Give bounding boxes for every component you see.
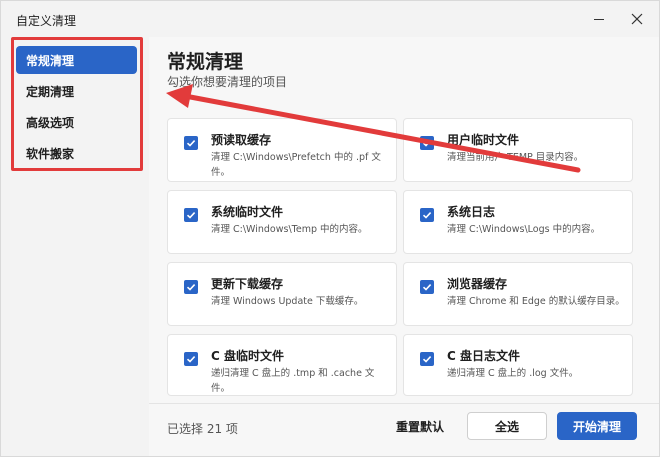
selected-count: 已选择 21 项 [167,422,238,436]
card-description: 清理 C:\Windows\Prefetch 中的 .pf 文件。 [211,152,381,178]
check-icon [186,140,196,147]
checkbox[interactable] [420,280,434,294]
reset-defaults-button[interactable]: 重置默认 [390,412,450,440]
checkbox[interactable] [184,352,198,366]
checkbox[interactable] [420,352,434,366]
card-title: 用户临时文件 [447,133,520,147]
card-title: 系统临时文件 [211,205,284,219]
card-description: 清理 Chrome 和 Edge 的默认缓存目录。 [447,296,625,307]
cleanup-card[interactable]: C 盘临时文件 递归清理 C 盘上的 .tmp 和 .cache 文件。 [167,334,397,396]
card-title: 预读取缓存 [211,133,272,147]
card-description: 清理 C:\Windows\Temp 中的内容。 [211,224,368,235]
checkbox[interactable] [184,208,198,222]
card-title: C 盘日志文件 [447,349,520,363]
check-icon [422,284,432,291]
checkbox[interactable] [184,280,198,294]
window-title: 自定义清理 [16,14,77,28]
cleanup-card[interactable]: 系统日志 清理 C:\Windows\Logs 中的内容。 [403,190,633,254]
card-title: 系统日志 [447,205,496,219]
cleanup-card[interactable]: 预读取缓存 清理 C:\Windows\Prefetch 中的 .pf 文件。 [167,118,397,182]
annotation-highlight-box [11,37,143,171]
cleanup-card[interactable]: 系统临时文件 清理 C:\Windows\Temp 中的内容。 [167,190,397,254]
minimize-icon [594,18,604,20]
check-icon [186,356,196,363]
cleanup-card[interactable]: 浏览器缓存 清理 Chrome 和 Edge 的默认缓存目录。 [403,262,633,326]
check-icon [422,140,432,147]
check-icon [186,284,196,291]
select-all-button[interactable]: 全选 [467,412,547,440]
title-bar: 自定义清理 [1,1,659,37]
checkbox[interactable] [420,136,434,150]
check-icon [186,212,196,219]
cleanup-card[interactable]: 用户临时文件 清理当前用户 TEMP 目录内容。 [403,118,633,182]
card-description: 递归清理 C 盘上的 .tmp 和 .cache 文件。 [211,368,375,394]
close-icon [631,13,643,25]
page-title: 常规清理 [167,51,244,73]
card-title: 更新下载缓存 [211,277,284,291]
checkbox[interactable] [184,136,198,150]
cleanup-card[interactable]: 更新下载缓存 清理 Windows Update 下载缓存。 [167,262,397,326]
card-title: 浏览器缓存 [447,277,508,291]
minimize-button[interactable] [587,7,611,31]
cleanup-card[interactable]: C 盘日志文件 递归清理 C 盘上的 .log 文件。 [403,334,633,396]
card-description: 清理 C:\Windows\Logs 中的内容。 [447,224,601,235]
card-description: 清理当前用户 TEMP 目录内容。 [447,152,584,163]
page-subtitle: 勾选你想要清理的项目 [167,75,288,89]
card-title: C 盘临时文件 [211,349,284,363]
check-icon [422,356,432,363]
card-description: 递归清理 C 盘上的 .log 文件。 [447,368,579,379]
check-icon [422,212,432,219]
close-button[interactable] [625,7,649,31]
card-description: 清理 Windows Update 下载缓存。 [211,296,364,307]
start-cleanup-button[interactable]: 开始清理 [557,412,637,440]
checkbox[interactable] [420,208,434,222]
